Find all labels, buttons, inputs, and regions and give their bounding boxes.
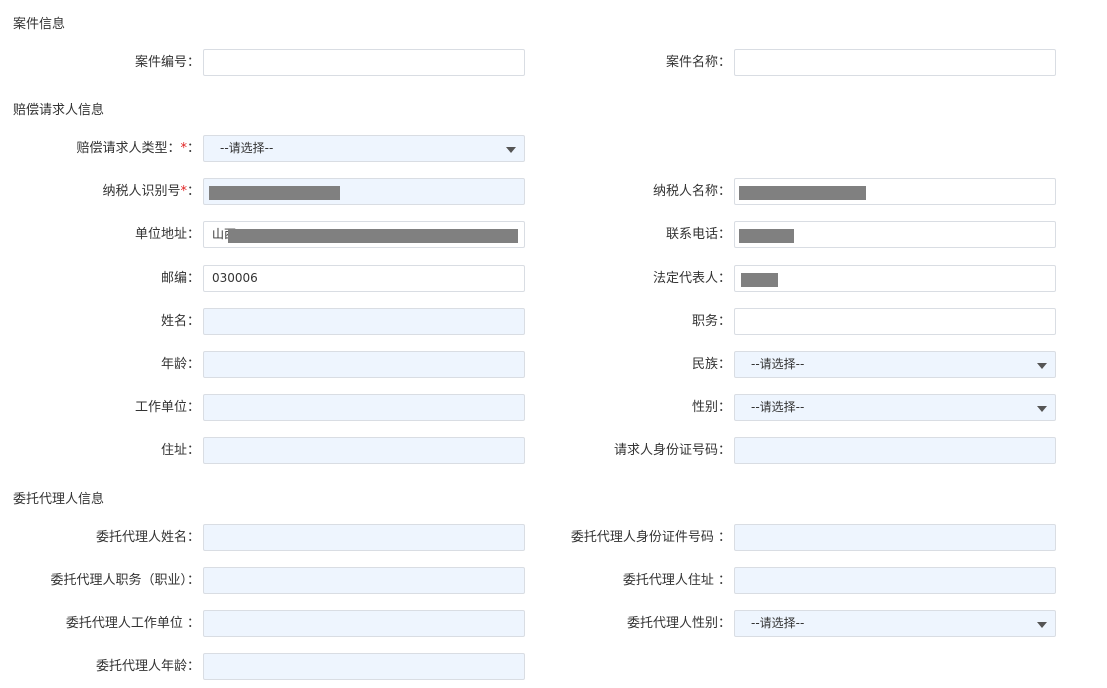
address-input[interactable]: 山西 — [203, 221, 525, 248]
section-title-case: 案件信息 — [13, 17, 66, 32]
agent-age-input[interactable] — [203, 653, 525, 680]
claimant-type-select[interactable]: --请选择-- — [203, 135, 525, 162]
address-label: 单位地址： — [134, 227, 200, 242]
employer-input[interactable] — [203, 394, 525, 421]
chevron-down-icon — [506, 147, 516, 153]
taxpayer-name-input[interactable] — [734, 178, 1056, 205]
employer-label: 工作单位： — [134, 400, 200, 415]
redacted-block — [739, 186, 866, 200]
agent-employer-label: 委托代理人工作单位 ： — [65, 616, 200, 631]
taxpayer-name-label: 纳税人名称： — [652, 184, 731, 199]
redacted-block — [209, 186, 340, 200]
redacted-block — [228, 229, 518, 243]
age-label: 年龄： — [160, 357, 200, 372]
redacted-block — [739, 229, 794, 243]
position-input[interactable] — [734, 308, 1056, 335]
agent-employer-input[interactable] — [203, 610, 525, 637]
case-number-label: 案件编号： — [134, 55, 200, 70]
gender-selected: --请选择-- — [751, 400, 805, 414]
postcode-value: 030006 — [212, 271, 258, 285]
agent-age-label: 委托代理人年龄： — [95, 659, 200, 674]
postcode-input[interactable]: 030006 — [203, 265, 525, 292]
case-number-input[interactable] — [203, 49, 525, 76]
section-title-agent: 委托代理人信息 — [13, 492, 105, 507]
agent-gender-label: 委托代理人性别： — [626, 616, 731, 631]
agent-id-label: 委托代理人身份证件号码 ： — [570, 530, 731, 545]
agent-name-label: 委托代理人姓名： — [95, 530, 200, 545]
gender-label: 性别： — [691, 400, 731, 415]
case-name-input[interactable] — [734, 49, 1056, 76]
position-label: 职务： — [691, 314, 731, 329]
name-input[interactable] — [203, 308, 525, 335]
agent-id-input[interactable] — [734, 524, 1056, 551]
taxpayer-id-label-text: 纳税人识别号 — [102, 184, 181, 199]
taxpayer-id-input[interactable] — [203, 178, 525, 205]
agent-gender-selected: --请选择-- — [751, 616, 805, 630]
agent-name-input[interactable] — [203, 524, 525, 551]
residence-label: 住址： — [160, 443, 200, 458]
claimant-type-label-text: 赔偿请求人类型： — [76, 141, 181, 156]
ethnicity-select[interactable]: --请选择-- — [734, 351, 1056, 378]
phone-input[interactable] — [734, 221, 1056, 248]
redacted-block — [741, 273, 778, 287]
section-title-claimant: 赔偿请求人信息 — [13, 103, 105, 118]
chevron-down-icon — [1037, 622, 1047, 628]
ethnicity-selected: --请选择-- — [751, 357, 805, 371]
id-number-input[interactable] — [734, 437, 1056, 464]
agent-job-input[interactable] — [203, 567, 525, 594]
taxpayer-id-label: 纳税人识别号*： — [0, 178, 200, 206]
legal-rep-input[interactable] — [734, 265, 1056, 292]
ethnicity-label: 民族： — [691, 357, 731, 372]
chevron-down-icon — [1037, 406, 1047, 412]
label-suffix: ： — [186, 184, 200, 199]
agent-address-input[interactable] — [734, 567, 1056, 594]
chevron-down-icon — [1037, 363, 1047, 369]
agent-gender-select[interactable]: --请选择-- — [734, 610, 1056, 637]
residence-input[interactable] — [203, 437, 525, 464]
age-input[interactable] — [203, 351, 525, 378]
label-suffix: ： — [186, 141, 200, 156]
agent-address-label: 委托代理人住址 ： — [622, 573, 731, 588]
name-label: 姓名： — [160, 314, 200, 329]
case-name-label: 案件名称： — [665, 55, 731, 70]
agent-job-label: 委托代理人职务（职业）： — [50, 573, 200, 588]
legal-rep-label: 法定代表人： — [652, 271, 731, 286]
claimant-type-label: 赔偿请求人类型：*： — [0, 135, 200, 163]
postcode-label: 邮编： — [160, 271, 200, 286]
gender-select[interactable]: --请选择-- — [734, 394, 1056, 421]
phone-label: 联系电话： — [665, 227, 731, 242]
id-number-label: 请求人身份证号码： — [613, 443, 731, 458]
claimant-type-selected: --请选择-- — [220, 141, 274, 155]
